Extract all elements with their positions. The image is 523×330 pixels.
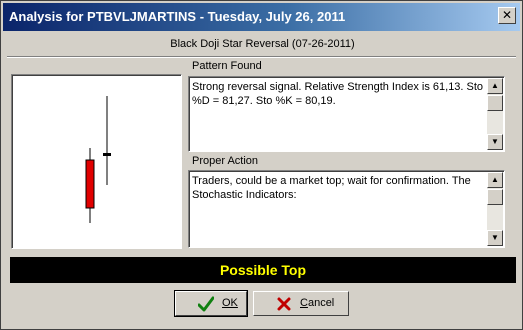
cancel-button[interactable]: Cancel: [253, 291, 349, 316]
pattern-found-text: Strong reversal signal. Relative Strengt…: [192, 81, 484, 107]
scroll-thumb[interactable]: [487, 189, 503, 205]
scroll-down-arrow-icon[interactable]: ▼: [487, 230, 503, 246]
pattern-found-memo[interactable]: Strong reversal signal. Relative Strengt…: [188, 76, 505, 152]
analysis-dialog: Analysis for PTBVLJMARTINS - Tuesday, Ju…: [0, 0, 523, 330]
ok-label: OK: [222, 297, 238, 309]
scroll-down-arrow-icon[interactable]: ▼: [487, 134, 503, 150]
close-icon: ✕: [501, 8, 513, 22]
signal-banner: Possible Top: [10, 257, 516, 283]
pattern-chart: [11, 74, 182, 249]
pattern-found-scrollbar[interactable]: ▲ ▼: [487, 78, 503, 150]
proper-action-memo[interactable]: Traders, could be a market top; wait for…: [188, 170, 505, 248]
check-icon: [198, 296, 214, 312]
pattern-found-label: Pattern Found: [192, 60, 262, 72]
scroll-up-arrow-icon[interactable]: ▲: [487, 172, 503, 188]
close-button[interactable]: ✕: [498, 7, 516, 24]
cancel-label: Cancel: [300, 297, 335, 309]
candlestick-graphic: [85, 96, 111, 223]
proper-action-scrollbar[interactable]: ▲ ▼: [487, 172, 503, 246]
scroll-thumb[interactable]: [487, 95, 503, 111]
ok-button[interactable]: OK: [174, 290, 248, 317]
candle-1-body: [85, 159, 95, 209]
divider: [7, 56, 516, 58]
proper-action-text: Traders, could be a market top; wait for…: [192, 175, 471, 201]
title-bar[interactable]: Analysis for PTBVLJMARTINS - Tuesday, Ju…: [3, 3, 520, 31]
window-title: Analysis for PTBVLJMARTINS - Tuesday, Ju…: [9, 9, 346, 24]
pattern-title: Black Doji Star Reversal (07-26-2011): [170, 38, 355, 50]
scroll-up-arrow-icon[interactable]: ▲: [487, 78, 503, 94]
x-icon: [277, 297, 291, 311]
candle-2-body: [103, 153, 111, 156]
proper-action-label: Proper Action: [192, 155, 259, 167]
